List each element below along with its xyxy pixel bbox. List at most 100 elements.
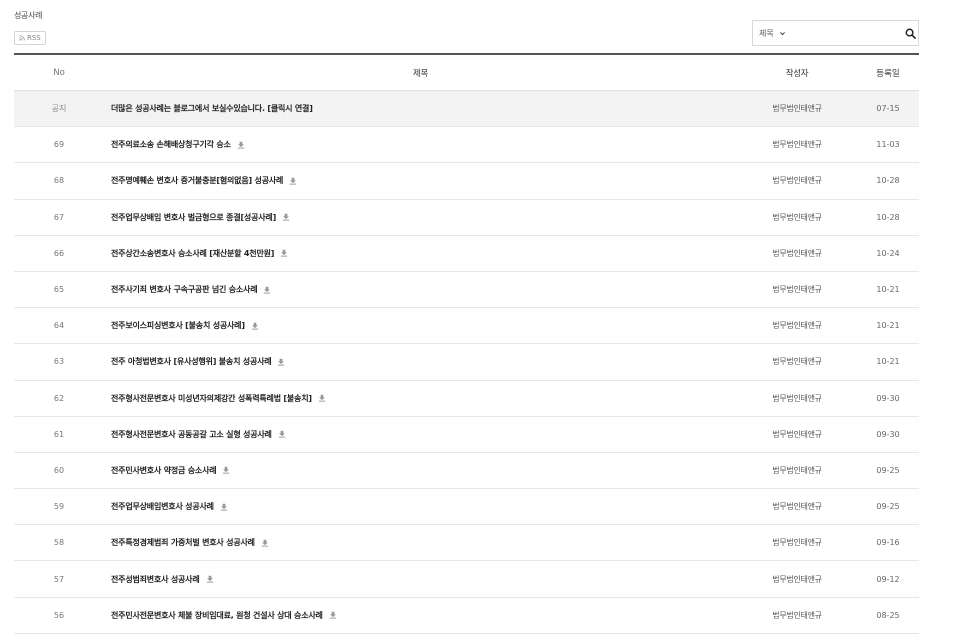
search-field-value: 제목 [759,28,774,38]
table-row[interactable]: 61 전주형사전문변호사 공동공갈 고소 실형 성공사례 법무법인태앤규 09-30 [14,417,919,453]
download-icon[interactable] [251,322,259,330]
row-title-link[interactable]: 전주사기죄 변호사 구속구공판 넘긴 승소사례 [111,284,258,295]
table-row[interactable]: 65 전주사기죄 변호사 구속구공판 넘긴 승소사례 법무법인태앤규 10-21 [14,272,919,309]
table-row[interactable]: 59 전주업무상배임변호사 성공사례 법무법인태앤규 09-25 [14,489,919,526]
row-date: 09-30 [876,393,900,403]
row-date: 10-28 [876,212,900,222]
table-row[interactable]: 66 전주상간소송변호사 승소사례 [재산분할 4천만원] 법무법인태앤규 10-24 [14,236,919,272]
table-row[interactable]: 63 전주 아청법변호사 [유사성행위] 불송치 성공사례 법무법인태앤규 10-21 [14,344,919,381]
download-icon[interactable] [277,358,285,366]
table-row[interactable]: 57 전주성범죄변호사 성공사례 법무법인태앤규 09-12 [14,561,919,598]
table-row[interactable]: 68 전주명예훼손 변호사 증거불충분[혐의없음] 성공사례 법무법인태앤규 10-2… [14,163,919,200]
row-number: 69 [53,140,65,150]
board-table: No 제목 작성자 등록일 공지 더많은 성공사례는 블로그에서 보실수있습니다… [14,53,919,634]
row-author: 법무법인태앤규 [772,538,822,548]
row-date: 10-21 [876,357,900,367]
table-row[interactable]: 64 전주보이스피싱변호사 [불송치 성공사례] 법무법인태앤규 10-21 [14,308,919,345]
notice-date: 07-15 [876,104,900,114]
row-author: 법무법인태앤규 [772,176,822,186]
download-icon[interactable] [280,249,288,257]
download-icon[interactable] [261,539,269,547]
download-icon[interactable] [282,213,290,221]
row-author: 법무법인태앤규 [772,357,822,367]
download-icon[interactable] [329,611,337,619]
search-button[interactable] [902,21,918,45]
table-row[interactable]: 67 전주업무상배임 변호사 벌금형으로 종결[성공사례] 법무법인태앤규 10-28 [14,200,919,236]
notice-badge: 공지 [51,104,67,114]
download-icon[interactable] [220,503,228,511]
notice-author: 법무법인태앤규 [772,104,822,114]
row-author: 법무법인태앤규 [772,140,822,150]
table-header: No 제목 작성자 등록일 [14,55,919,91]
rss-label: RSS [27,33,41,42]
row-title-link[interactable]: 전주상간소송변호사 승소사례 [재산분할 4천만원] [111,248,274,259]
chevron-down-icon [780,31,786,35]
row-date: 08-25 [876,610,900,620]
table-row[interactable]: 56 전주민사전문변호사 체불 장비임대료, 원청 건설사 상대 승소사례 법무법인… [14,598,919,634]
row-date: 10-21 [876,285,900,295]
row-title-link[interactable]: 전주의료소송 손해배상청구기각 승소 [111,139,231,150]
row-title-link[interactable]: 전주 아청법변호사 [유사성행위] 불송치 성공사례 [111,356,272,367]
row-number: 63 [53,357,65,367]
download-icon[interactable] [263,286,271,294]
row-number: 58 [53,538,65,548]
row-title-link[interactable]: 전주업무상배임변호사 성공사례 [111,501,214,512]
notice-title-link[interactable]: 더많은 성공사례는 블로그에서 보실수있습니다. [클릭시 연결] [111,103,313,114]
search-field-select[interactable]: 제목 [753,21,792,45]
table-row[interactable]: 60 전주민사변호사 약정금 승소사례 법무법인태앤규 09-25 [14,453,919,490]
row-number: 64 [53,321,65,331]
row-author: 법무법인태앤규 [772,429,822,439]
rss-button[interactable]: RSS [14,31,46,45]
row-author: 법무법인태앤규 [772,393,822,403]
row-title-link[interactable]: 전주민사전문변호사 체불 장비임대료, 원청 건설사 상대 승소사례 [111,610,323,621]
search-bar: 제목 [752,20,919,46]
row-title-link[interactable]: 전주명예훼손 변호사 증거불충분[혐의없음] 성공사례 [111,175,283,186]
row-number: 57 [53,574,65,584]
row-title-link[interactable]: 전주특정경제범죄 가중처벌 변호사 성공사례 [111,537,255,548]
rss-icon [19,35,25,41]
download-icon[interactable] [278,430,286,438]
row-title-link[interactable]: 전주업무상배임 변호사 벌금형으로 종결[성공사례] [111,212,276,223]
row-author: 법무법인태앤규 [772,502,822,512]
search-input[interactable] [792,21,903,45]
row-author: 법무법인태앤규 [772,212,822,222]
row-date: 09-25 [876,465,900,475]
table-row[interactable]: 58 전주특정경제범죄 가중처벌 변호사 성공사례 법무법인태앤규 09-16 [14,525,919,562]
row-author: 법무법인태앤규 [772,248,822,258]
row-author: 법무법인태앤규 [772,285,822,295]
table-row[interactable]: 69 전주의료소송 손해배상청구기각 승소 법무법인태앤규 11-03 [14,127,919,164]
row-title-link[interactable]: 전주민사변호사 약정금 승소사례 [111,465,217,476]
row-title-link[interactable]: 전주성범죄변호사 성공사례 [111,574,200,585]
download-icon[interactable] [206,575,214,583]
table-row[interactable]: 62 전주형사전문변호사 미성년자의제강간 성폭력특례법 [불송치] 법무법인태앤규… [14,381,919,417]
header-no: No [53,67,65,78]
row-number: 62 [53,393,65,403]
download-icon[interactable] [222,466,230,475]
row-number: 59 [53,502,65,512]
notice-row[interactable]: 공지 더많은 성공사례는 블로그에서 보실수있습니다. [클릭시 연결] 법무법… [14,91,919,128]
download-icon[interactable] [289,177,297,185]
row-date: 09-30 [876,429,900,439]
header-author: 작성자 [785,68,809,79]
download-icon[interactable] [318,394,326,402]
row-author: 법무법인태앤규 [772,610,822,620]
header-title: 제목 [412,68,429,79]
row-date: 09-25 [876,502,900,512]
row-date: 10-21 [876,321,900,331]
row-number: 56 [53,610,65,620]
row-title-link[interactable]: 전주형사전문변호사 미성년자의제강간 성폭력특례법 [불송치] [111,393,312,404]
row-title-link[interactable]: 전주형사전문변호사 공동공갈 고소 실형 성공사례 [111,429,272,440]
row-date: 10-28 [876,176,900,186]
row-author: 법무법인태앤규 [772,574,822,584]
row-date: 11-03 [876,140,900,150]
row-number: 68 [53,176,65,186]
row-number: 66 [53,248,65,258]
download-icon[interactable] [237,141,245,149]
row-date: 10-24 [876,248,900,258]
row-title-link[interactable]: 전주보이스피싱변호사 [불송치 성공사례] [111,320,245,331]
row-number: 61 [53,429,65,439]
row-date: 09-16 [876,538,900,548]
row-date: 09-12 [876,574,900,584]
row-author: 법무법인태앤규 [772,321,822,331]
row-number: 65 [53,285,65,295]
